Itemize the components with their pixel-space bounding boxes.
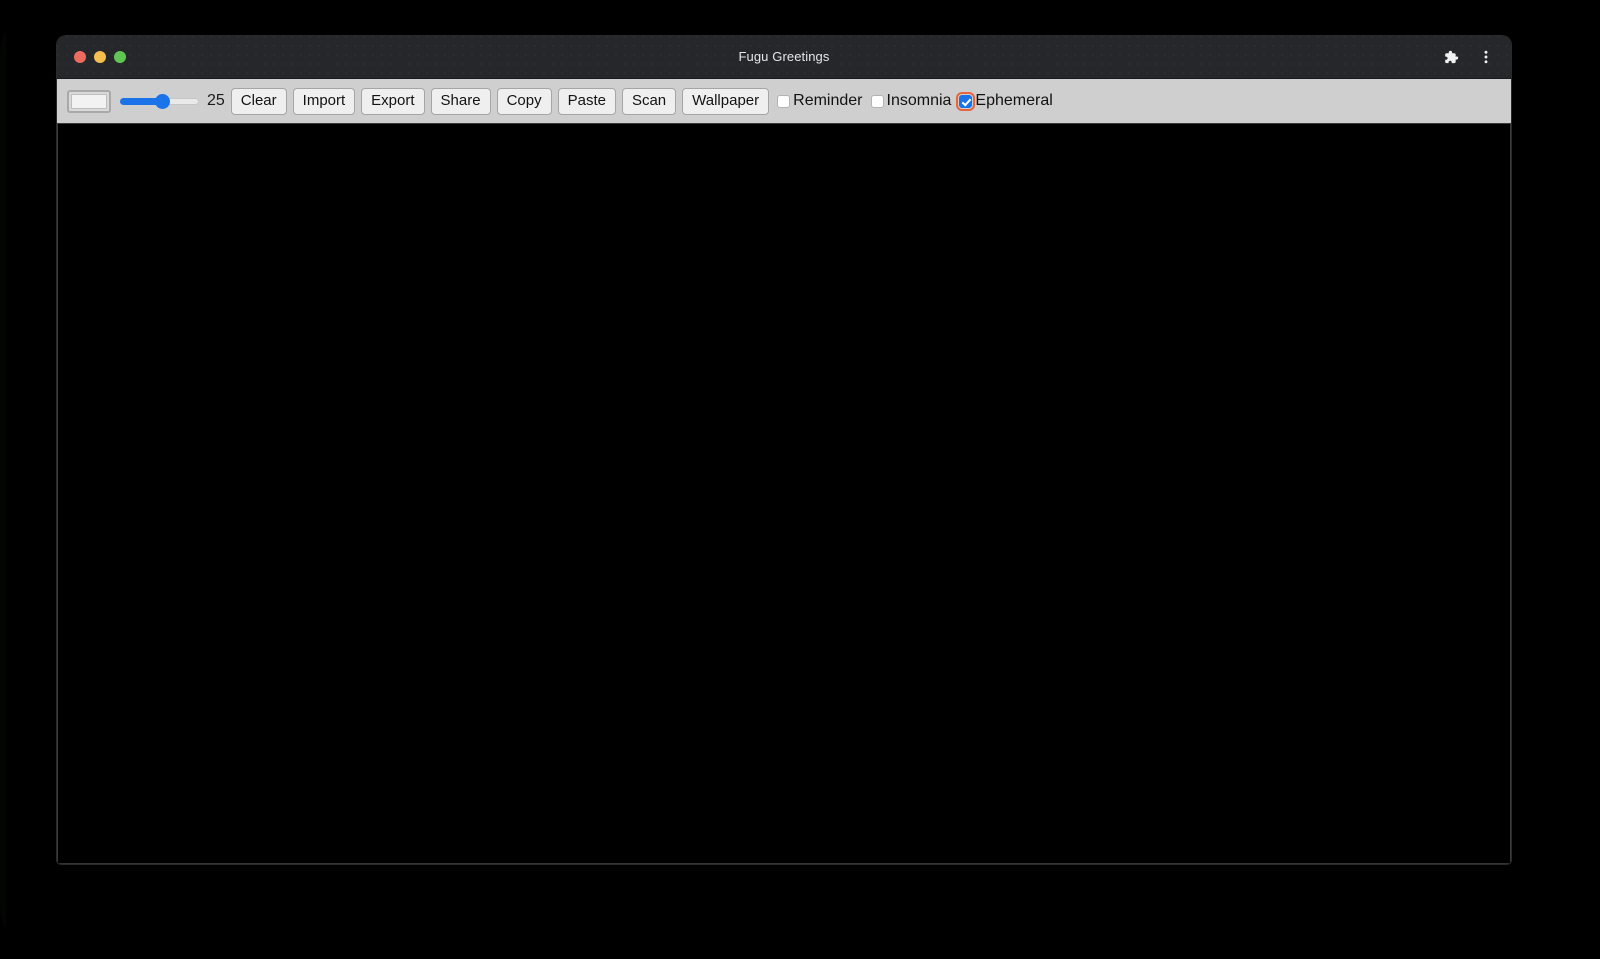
share-button[interactable]: Share (430, 87, 491, 115)
paste-button[interactable]: Paste (557, 87, 616, 115)
line-width-slider[interactable] (120, 91, 199, 111)
scan-button[interactable]: Scan (621, 87, 677, 115)
canvas-left-edge (57, 124, 58, 864)
reminder-checkbox-group[interactable]: Reminder (777, 92, 868, 110)
minimize-window-button[interactable] (94, 51, 106, 63)
drawing-canvas[interactable] (57, 123, 1511, 864)
export-button[interactable]: Export (361, 87, 425, 115)
copy-button[interactable]: Copy (496, 87, 552, 115)
app-toolbar: 25 Clear Import Export Share Copy Paste … (57, 79, 1511, 123)
insomnia-checkbox-group[interactable]: Insomnia (870, 92, 958, 110)
import-button[interactable]: Import (292, 87, 356, 115)
insomnia-checkbox-label: Insomnia (886, 92, 952, 109)
ephemeral-checkbox[interactable] (956, 91, 976, 111)
close-window-button[interactable] (74, 51, 86, 63)
line-width-value: 25 (207, 92, 225, 109)
window-title: Fugu Greetings (738, 49, 830, 64)
device-screen-bezel: Fugu Greetings 25 Clear Import Export Sh… (0, 0, 1600, 959)
insomnia-checkbox[interactable] (870, 94, 884, 108)
color-picker-input[interactable] (67, 89, 111, 113)
slider-thumb[interactable] (155, 94, 170, 109)
reminder-checkbox[interactable] (777, 94, 791, 108)
title-bar: Fugu Greetings (57, 36, 1511, 79)
extensions-puzzle-icon[interactable] (1437, 44, 1463, 70)
bezel-edge-tint (0, 0, 6, 959)
ephemeral-checkbox-group[interactable]: Ephemeral (956, 91, 1058, 111)
canvas-right-edge (1510, 124, 1511, 864)
color-swatch-icon (71, 93, 107, 109)
canvas-bottom-edge (57, 863, 1511, 864)
more-vertical-menu-icon[interactable] (1473, 44, 1499, 70)
ephemeral-checkbox-label: Ephemeral (975, 92, 1053, 109)
titlebar-actions (1437, 36, 1499, 78)
browser-window: Fugu Greetings 25 Clear Import Export Sh… (57, 36, 1511, 864)
maximize-window-button[interactable] (114, 51, 126, 63)
reminder-checkbox-label: Reminder (793, 92, 863, 109)
wallpaper-button[interactable]: Wallpaper (682, 87, 770, 115)
clear-button[interactable]: Clear (230, 87, 287, 115)
window-traffic-lights (74, 36, 126, 78)
